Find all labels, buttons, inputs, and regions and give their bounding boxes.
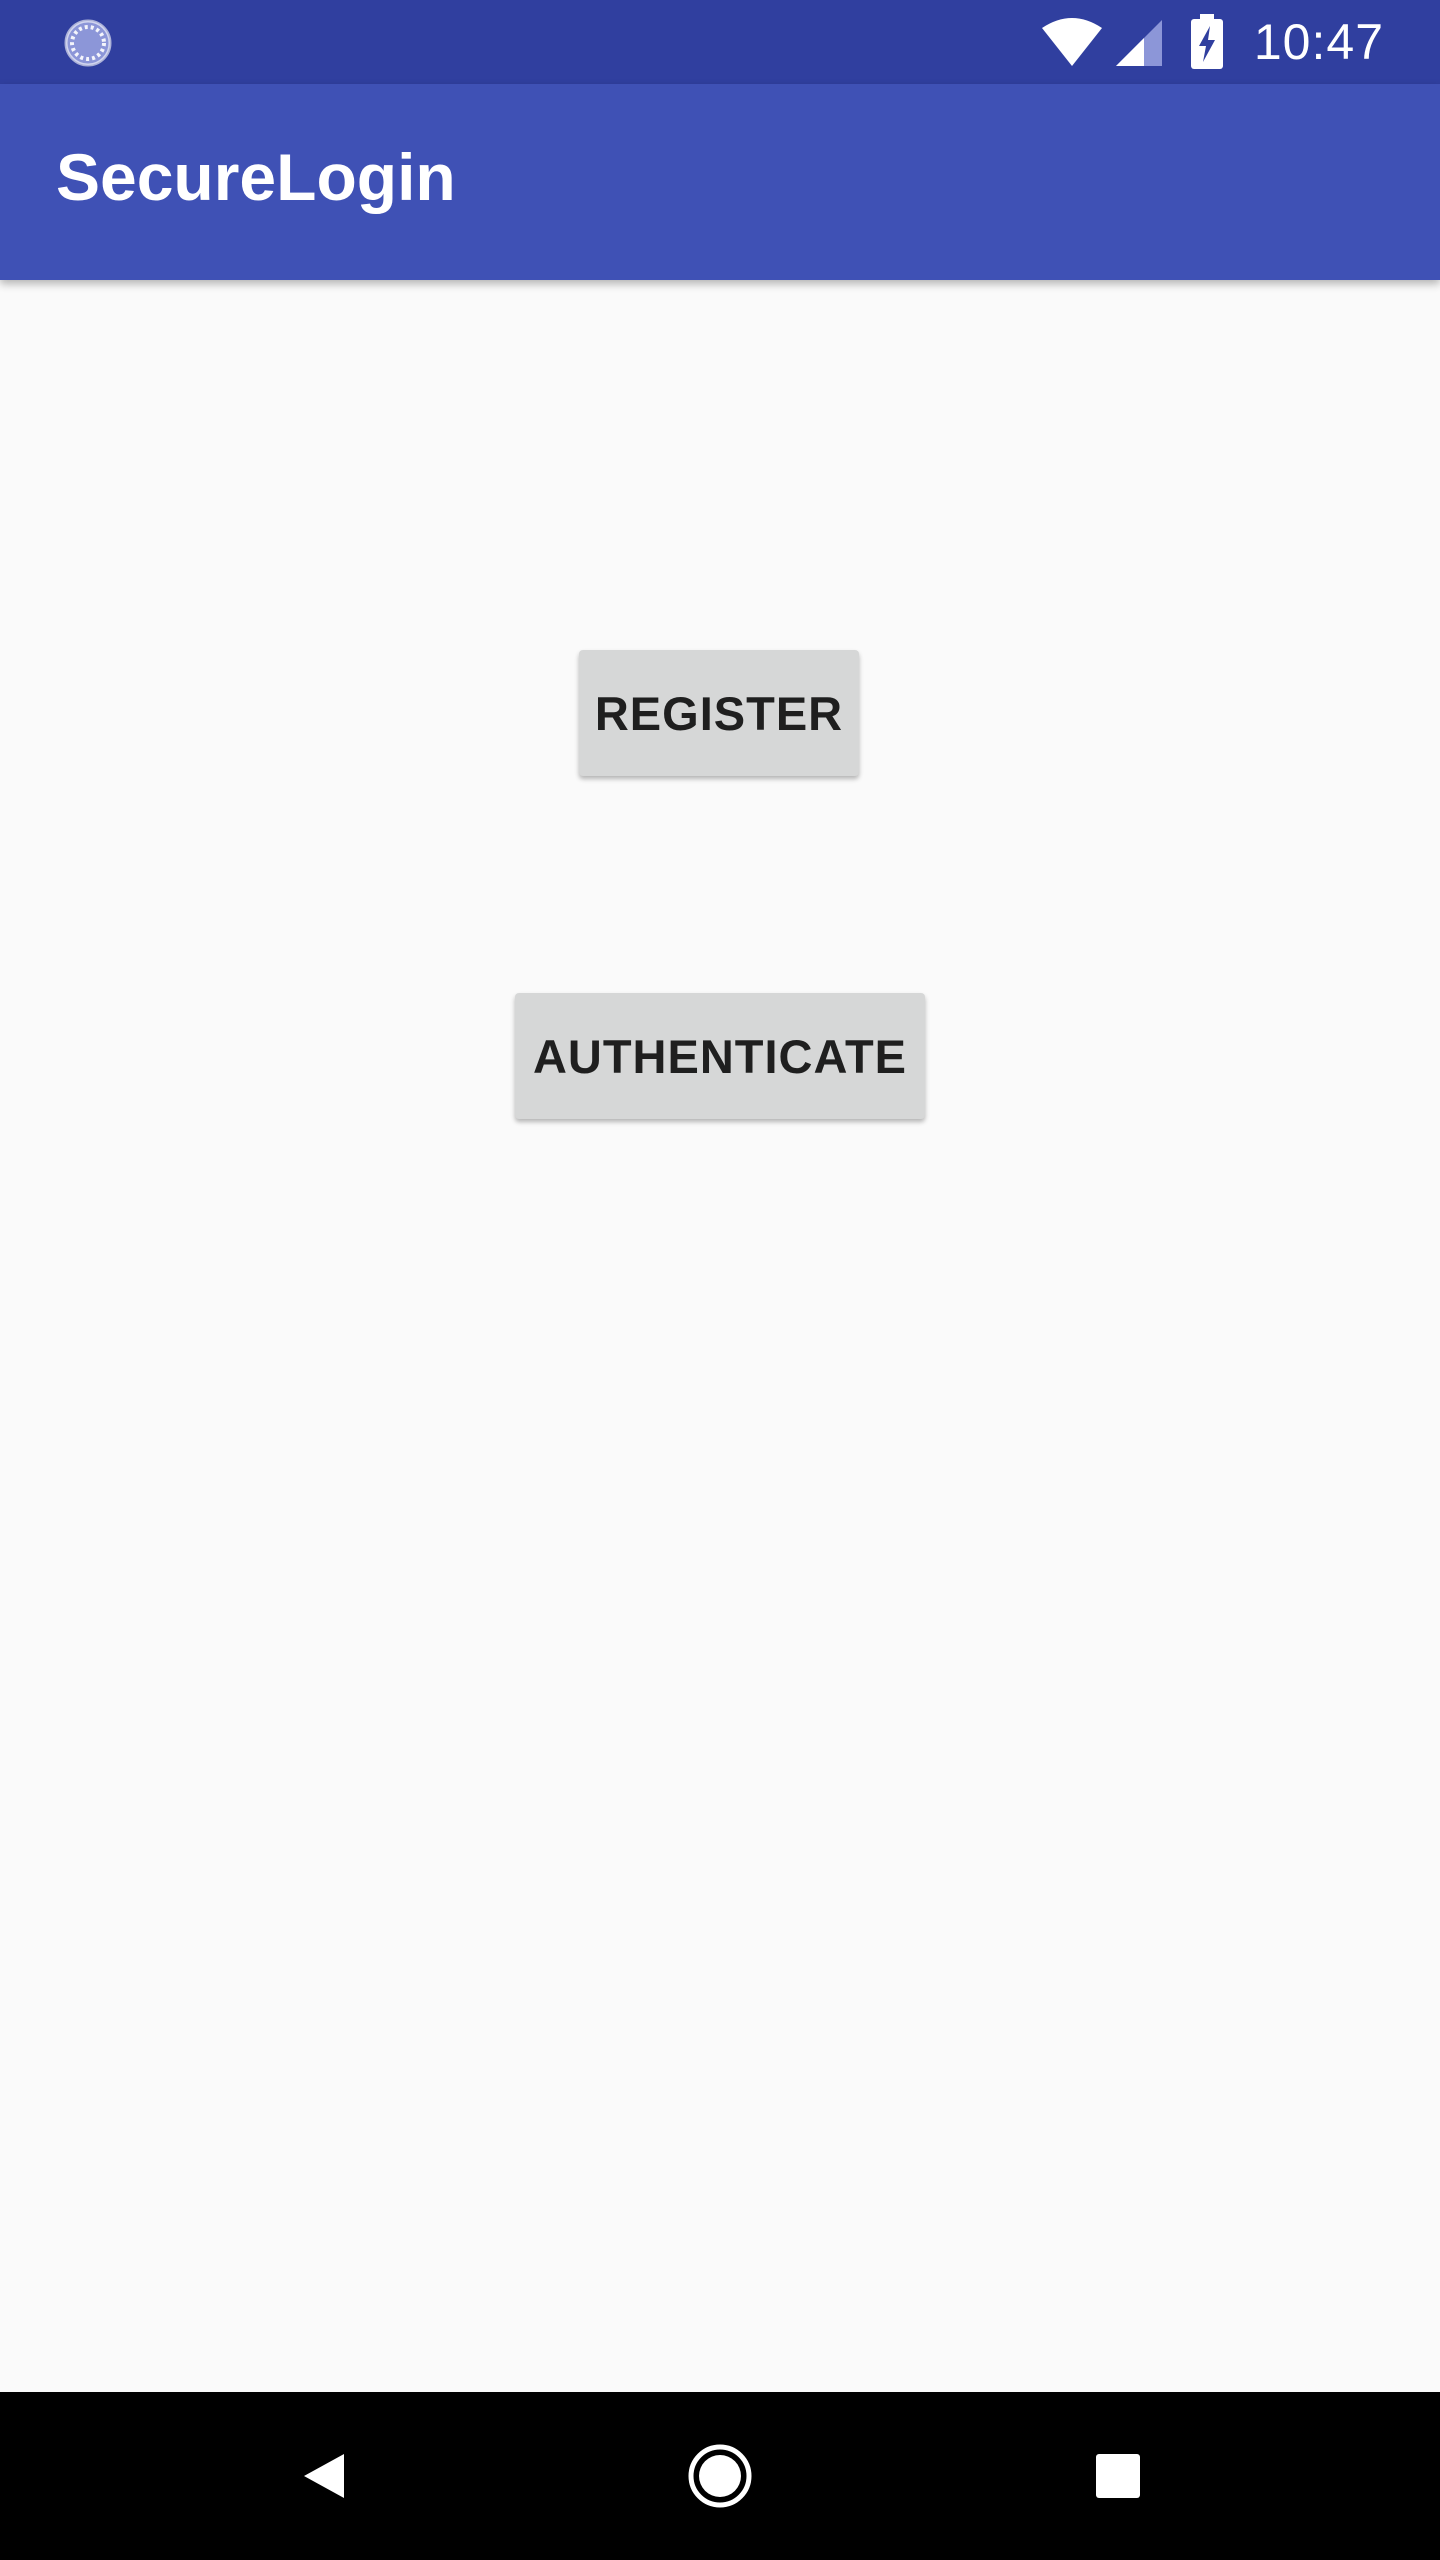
signal-icon: [1115, 20, 1162, 66]
status-icons: 10:47: [1040, 0, 1384, 84]
back-button[interactable]: [272, 2426, 372, 2526]
status-time: 10:47: [1253, 14, 1384, 70]
recents-button[interactable]: [1068, 2426, 1168, 2526]
wifi-icon: [1041, 18, 1102, 66]
screen: 10:47 SecureLogin REGISTER AUTHENTICATE: [0, 0, 1440, 2560]
app-title: SecureLogin: [56, 140, 456, 214]
recents-icon: [1096, 2454, 1140, 2498]
battery-charging-icon: [1190, 14, 1223, 69]
register-button[interactable]: REGISTER: [579, 650, 859, 776]
home-button[interactable]: [670, 2426, 770, 2526]
sync-loading-icon: [64, 19, 112, 67]
home-icon: [688, 2444, 752, 2508]
main-content: REGISTER AUTHENTICATE: [0, 280, 1440, 2392]
back-icon: [304, 2454, 344, 2498]
status-bar: 10:47: [0, 0, 1440, 84]
navigation-bar: [0, 2392, 1440, 2560]
app-bar: SecureLogin: [0, 84, 1440, 280]
authenticate-button[interactable]: AUTHENTICATE: [515, 993, 925, 1119]
